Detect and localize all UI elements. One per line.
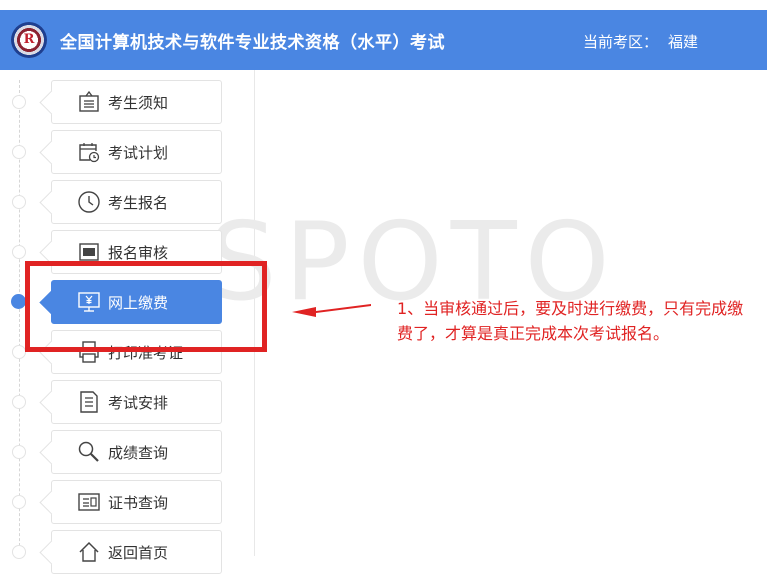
highlight-box <box>25 261 267 352</box>
calendar-clock-icon <box>79 143 100 163</box>
timeline-dot <box>12 345 26 359</box>
menu-card[interactable]: 返回首页 <box>51 530 222 574</box>
timeline-dot <box>12 495 26 509</box>
menu-card[interactable]: 考试安排 <box>51 380 222 424</box>
sidebar-item-label: 返回首页 <box>108 544 169 562</box>
sidebar-item-label: 证书查询 <box>108 494 169 512</box>
menu-card[interactable]: 成绩查询 <box>51 430 222 474</box>
home-icon <box>79 541 99 562</box>
arrow-left-icon <box>292 304 371 317</box>
certificate-icon <box>78 493 100 511</box>
timeline-dot <box>12 245 26 259</box>
app-header: R 全国计算机技术与软件专业技术资格（水平）考试 当前考区： 福建 <box>0 10 767 70</box>
sidebar-item-score-query[interactable]: 成绩查询 <box>0 430 254 474</box>
timeline-dot <box>12 545 26 559</box>
menu-card[interactable]: 考生须知 <box>51 80 222 124</box>
region-label: 当前考区： <box>583 33 659 51</box>
magnifier-icon <box>78 441 99 462</box>
clock-icon <box>78 191 100 213</box>
sidebar-item-label: 成绩查询 <box>108 444 169 462</box>
sidebar-item-label: 考生须知 <box>108 94 169 112</box>
timeline-dot <box>12 95 26 109</box>
top-strip <box>0 0 767 10</box>
document-list-icon <box>80 391 98 413</box>
menu-card[interactable]: 考试计划 <box>51 130 222 174</box>
sidebar-item-label: 考试安排 <box>108 394 169 412</box>
sidebar-item-label: 考生报名 <box>108 194 169 212</box>
menu-card[interactable]: 考生报名 <box>51 180 222 224</box>
region-value[interactable]: 福建 <box>668 31 698 52</box>
timeline-dot-active <box>11 294 26 309</box>
sidebar-item-label: 考试计划 <box>108 144 169 162</box>
seal-logo-icon: R <box>11 22 47 58</box>
notice-board-icon <box>79 90 99 112</box>
sidebar-item-back-home[interactable]: 返回首页 <box>0 530 254 574</box>
page-title: 全国计算机技术与软件专业技术资格（水平）考试 <box>60 33 445 53</box>
sidebar-item-exam-schedule[interactable]: 考试安排 <box>0 380 254 424</box>
sidebar-item-label: 报名审核 <box>108 244 169 262</box>
sidebar-item-notice[interactable]: 考生须知 <box>0 80 254 124</box>
sidebar-item-register[interactable]: 考生报名 <box>0 180 254 224</box>
sidebar-item-certificate-query[interactable]: 证书查询 <box>0 480 254 524</box>
sidebar-item-exam-plan[interactable]: 考试计划 <box>0 130 254 174</box>
timeline-dot <box>12 395 26 409</box>
annotation-text: 1、当审核通过后，要及时进行缴费，只有完成缴费了，才算是真正完成本次考试报名。 <box>397 299 744 343</box>
timeline-dot <box>12 195 26 209</box>
timeline-dot <box>12 445 26 459</box>
timeline-dot <box>12 145 26 159</box>
menu-card[interactable]: 证书查询 <box>51 480 222 524</box>
